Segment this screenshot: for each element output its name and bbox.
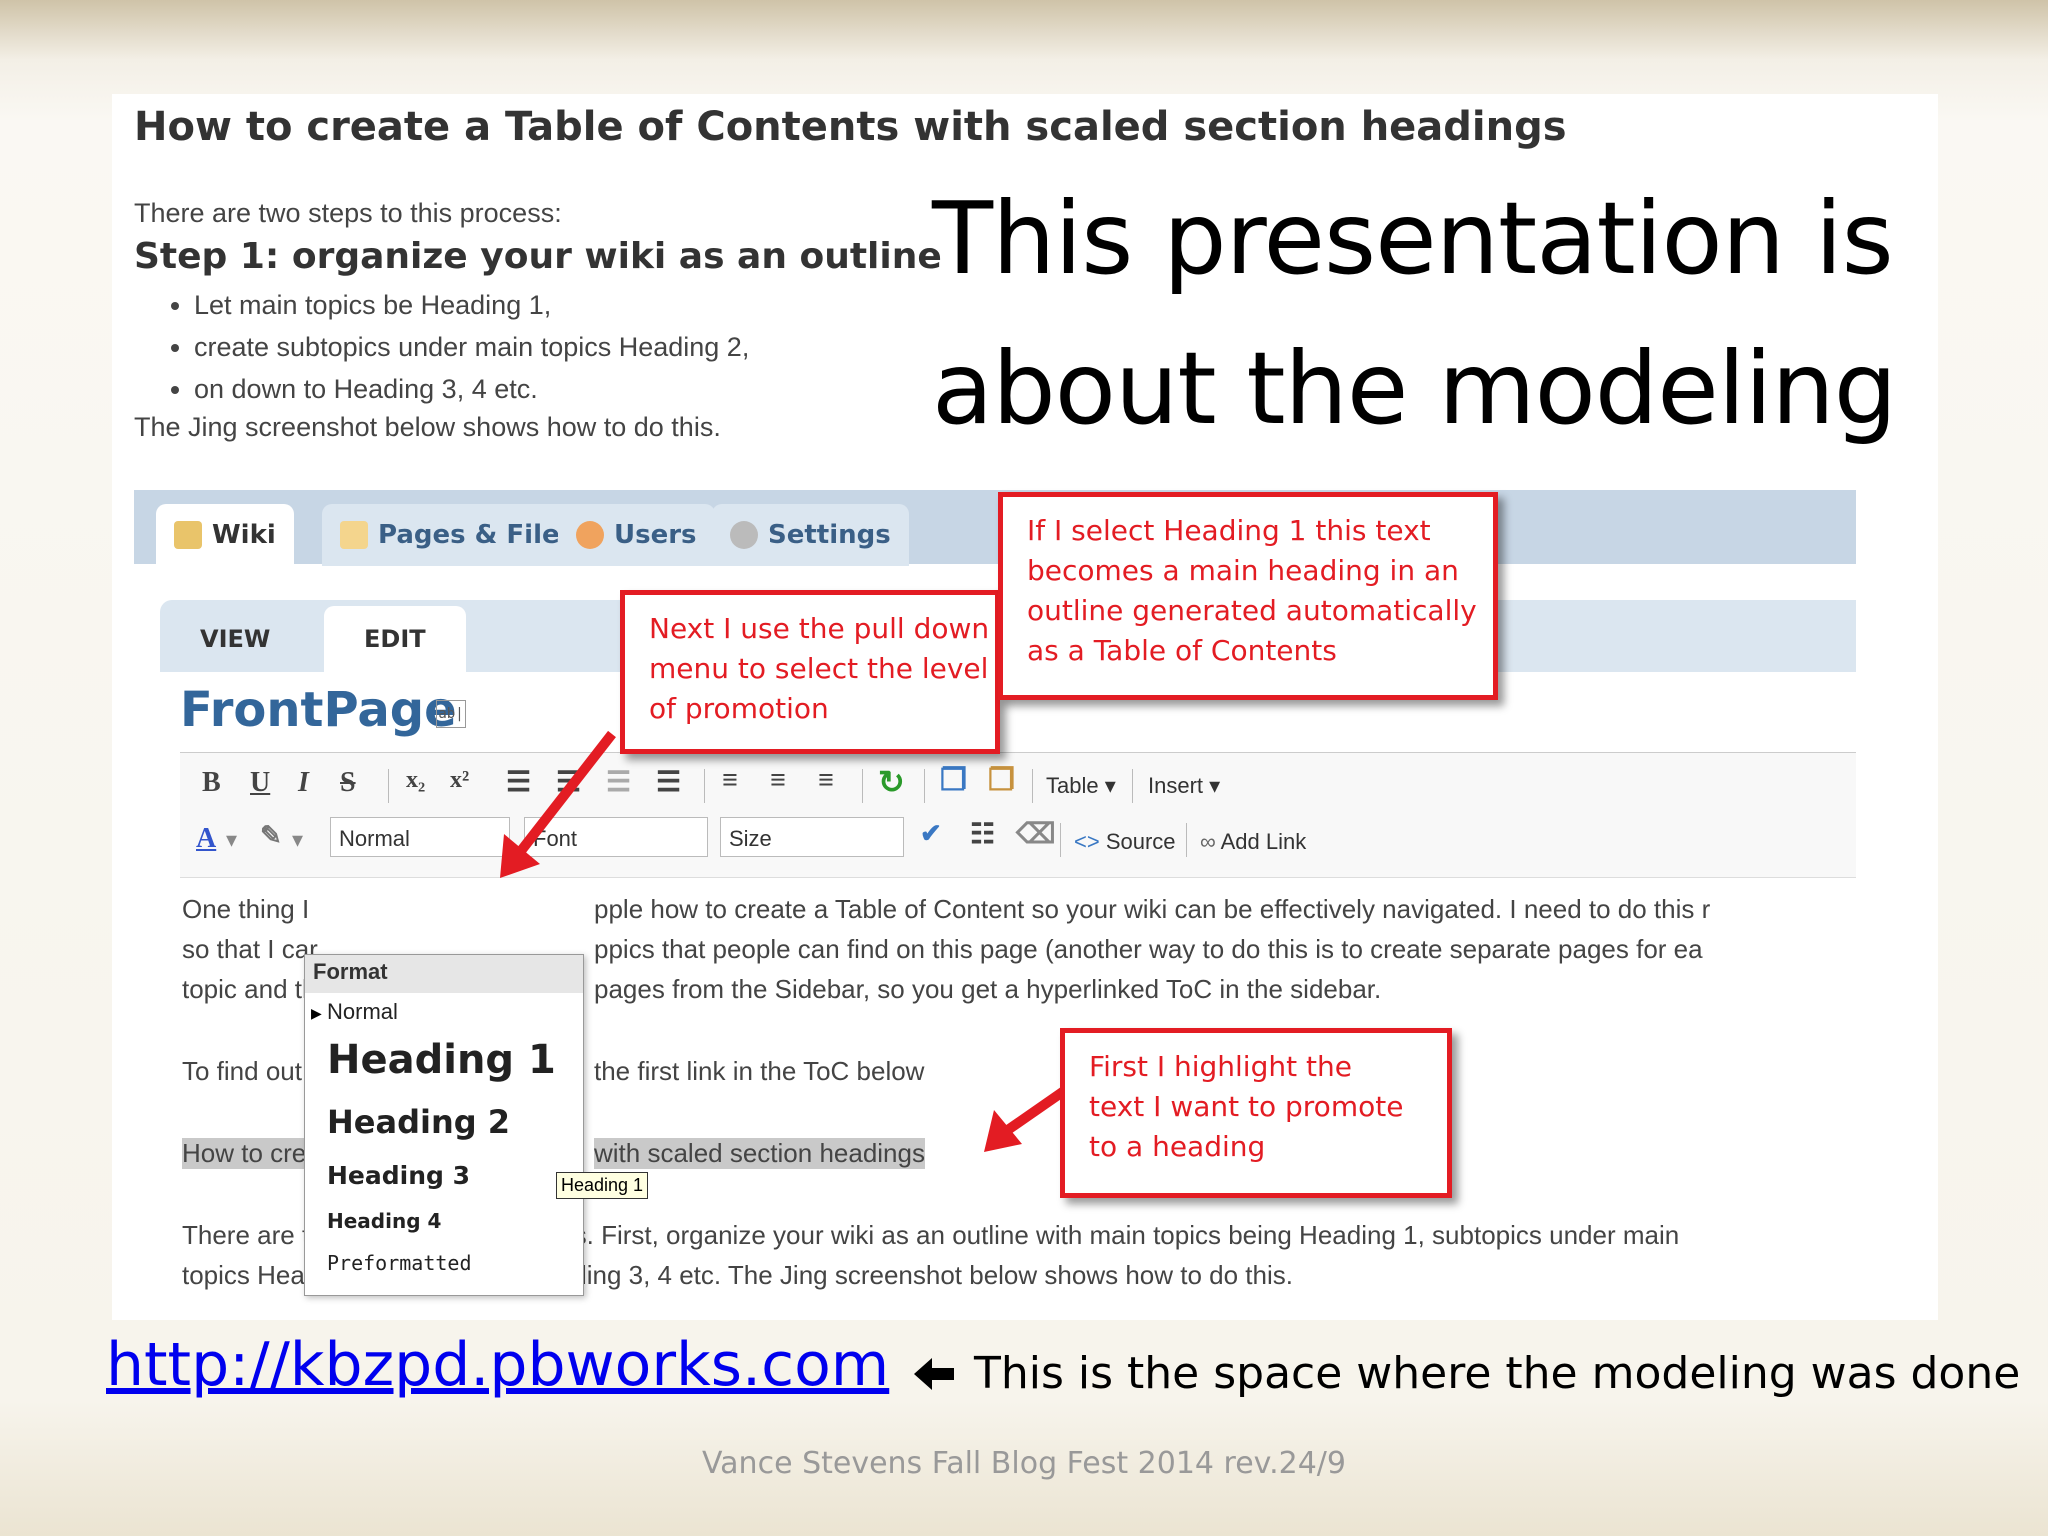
screenshot-panel: How to create a Table of Contents with s… <box>112 94 1938 1320</box>
arrow-head <box>984 1110 1022 1152</box>
callout-line: If I select Heading 1 this text <box>1027 514 1431 547</box>
callout-highlight: First I highlight the text I want to pro… <box>1060 1028 1452 1198</box>
space-note-text: This is the space where the modeling was… <box>974 1348 2021 1399</box>
callout-line: to a heading <box>1089 1130 1266 1163</box>
callout-heading1: If I select Heading 1 this text becomes … <box>998 492 1498 700</box>
pbworks-link[interactable]: http://kbzpd.pbworks.com <box>106 1330 889 1400</box>
callout-line: First I highlight the <box>1089 1050 1352 1083</box>
callout-pulldown: Next I use the pull down menu to select … <box>620 590 1000 754</box>
callout-line: outline generated automatically <box>1027 594 1477 627</box>
callout-arrows <box>500 730 1077 1152</box>
callout-line: as a Table of Contents <box>1027 634 1337 667</box>
callout-line: becomes a main heading in an <box>1027 554 1459 587</box>
callout-line: Next I use the pull down <box>649 612 990 645</box>
callout-line: text I want to promote <box>1089 1090 1404 1123</box>
arrow-left-icon <box>914 1357 954 1390</box>
arrow-line <box>513 730 616 860</box>
callout-line: of promotion <box>649 692 829 725</box>
slide-footer: Vance Stevens Fall Blog Fest 2014 rev.24… <box>701 1446 1347 1481</box>
space-note: This is the space where the modeling was… <box>910 1348 2020 1399</box>
callout-line: menu to select the level <box>649 652 989 685</box>
